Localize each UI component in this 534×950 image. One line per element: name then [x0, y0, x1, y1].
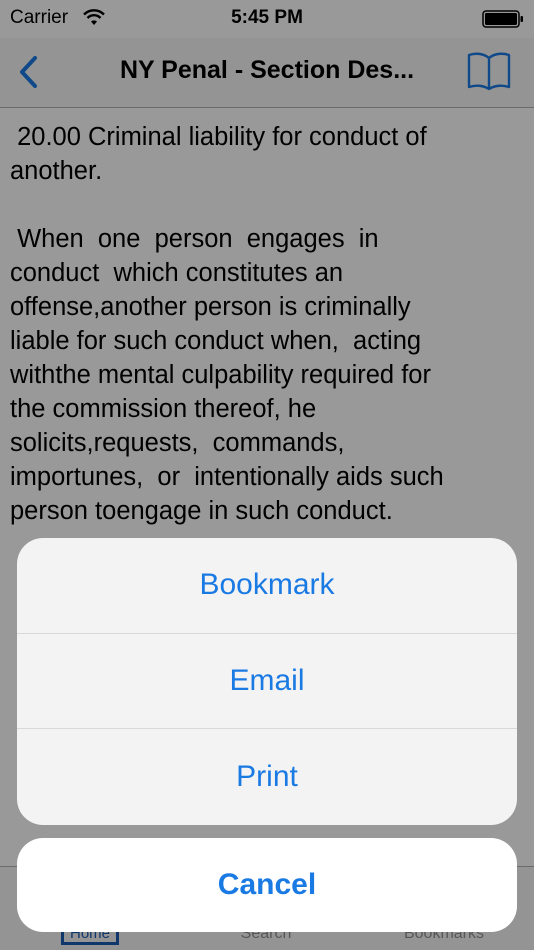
bookmark-action-button[interactable]: Bookmark: [17, 538, 517, 634]
action-sheet: Bookmark Email Print: [17, 538, 517, 825]
email-action-button[interactable]: Email: [17, 634, 517, 730]
print-action-button[interactable]: Print: [17, 729, 517, 825]
cancel-button[interactable]: Cancel: [17, 838, 517, 932]
screen: Carrier 5:45 PM NY Penal - Section Des..…: [0, 0, 534, 950]
